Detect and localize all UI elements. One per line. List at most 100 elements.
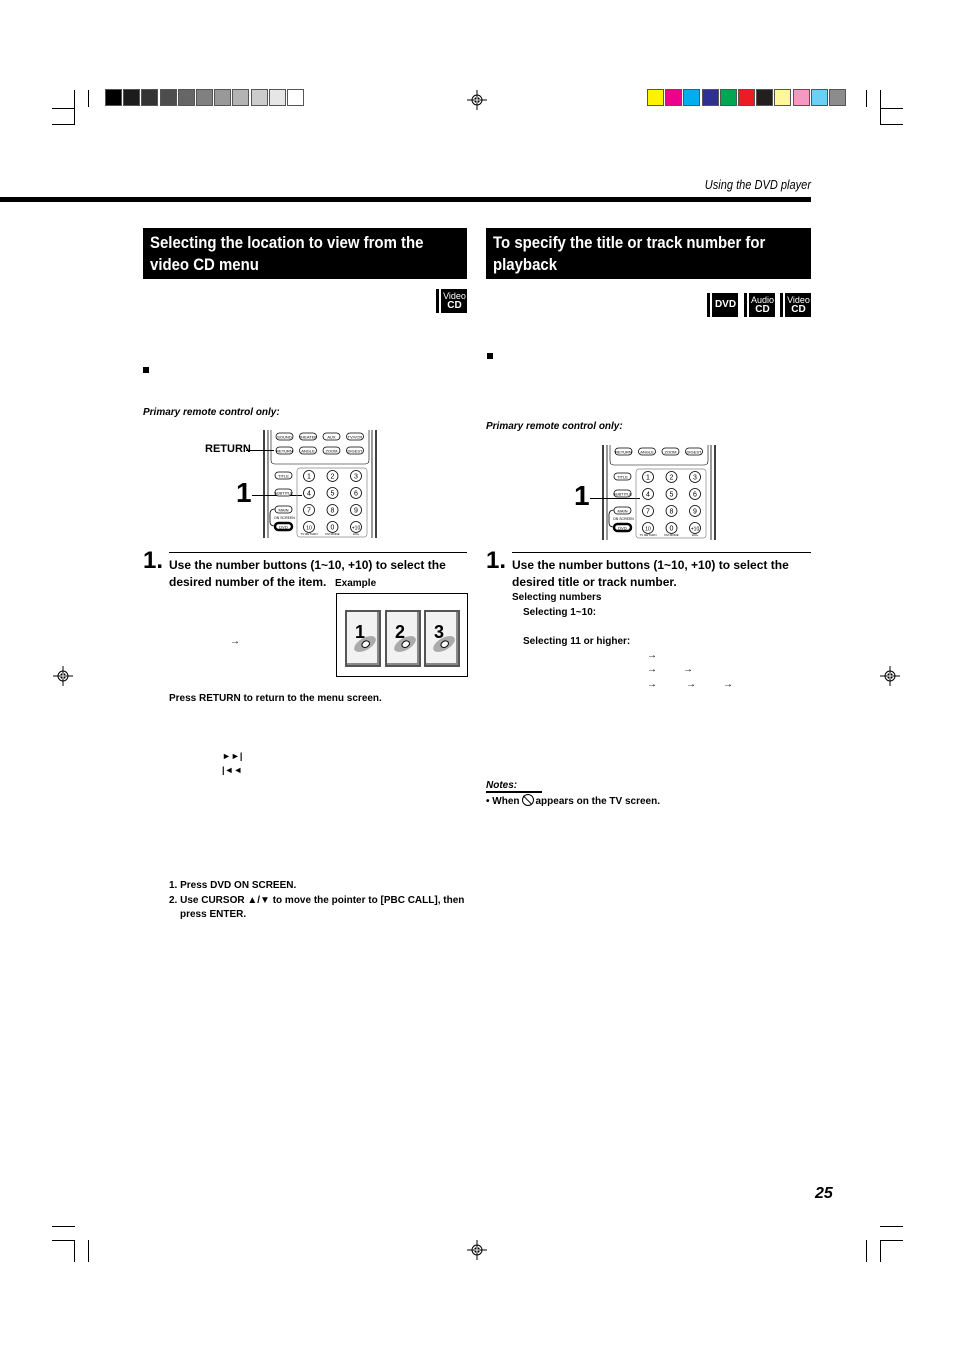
page-number: 25 — [815, 1185, 833, 1202]
sub-label: TV RETURN — [300, 532, 317, 536]
notes-heading: Notes: — [486, 780, 518, 791]
menu-item-card: 2 — [385, 610, 421, 667]
sub-label: 100+ — [353, 532, 360, 536]
remote-button-label: ZOOM — [665, 450, 677, 455]
step-rule — [512, 552, 811, 553]
selecting-1-10: Selecting 1~10: — [523, 607, 597, 618]
crop-mark — [52, 1240, 75, 1241]
arrow-glyph: → — [683, 664, 693, 675]
registration-mark-icon — [467, 1240, 487, 1260]
arrow-glyph: → — [230, 636, 240, 647]
step-instruction: Use the number buttons (1~10, +10) to se… — [169, 558, 446, 589]
badge-video-cd: Video CD — [436, 289, 467, 313]
crop-mark — [52, 1226, 75, 1227]
number-button-label: 4 — [307, 491, 311, 498]
color-swatch — [196, 89, 213, 106]
color-swatch — [123, 89, 141, 106]
example-label: Example — [335, 578, 377, 589]
number-button-label: 7 — [307, 508, 311, 515]
right-title-line1: To specify the title or track number for — [493, 233, 766, 252]
number-button-label: 0 — [331, 525, 335, 532]
running-head: Using the DVD player — [704, 177, 811, 192]
color-swatch — [701, 89, 719, 106]
number-button-label: 9 — [354, 508, 358, 515]
crop-mark — [880, 1240, 903, 1241]
instruction-2: 2. Use CURSOR ▲/▼ to move the pointer to… — [169, 895, 465, 906]
color-swatch — [250, 89, 268, 106]
remote-button-label: DVD — [618, 526, 627, 531]
section-bullet — [487, 353, 493, 359]
crop-mark — [866, 1240, 867, 1262]
arrow-glyph: → — [647, 679, 657, 690]
color-swatch — [683, 89, 701, 106]
number-button-label: 10 — [306, 526, 312, 532]
crop-mark — [74, 1240, 75, 1262]
remote-button-label: SUBTITLE — [613, 492, 632, 497]
step-number: 1. — [143, 547, 164, 574]
remote-button-label: DIGEST — [348, 449, 363, 454]
color-swatch — [232, 89, 250, 106]
step-number: 1. — [486, 547, 507, 574]
crop-mark — [880, 1226, 903, 1227]
number-button-label: 7 — [646, 509, 650, 516]
remote-button-label: AUX — [327, 435, 336, 440]
number-button-label: 2 — [670, 475, 674, 482]
number-button-label: 0 — [670, 526, 674, 533]
remote-button-label: TITLE — [617, 475, 628, 480]
arrow-glyph: → — [647, 664, 657, 675]
example-menu-box: 1 2 3 — [336, 593, 468, 677]
crop-mark — [52, 124, 75, 125]
number-button-label: 1 — [646, 475, 650, 482]
notes-rule — [486, 791, 542, 793]
number-button-label: 1 — [307, 474, 311, 481]
color-swatch — [214, 89, 232, 106]
color-swatch — [141, 89, 159, 106]
remote-button-label: SOUND — [277, 435, 292, 440]
remote-button-label: DIGEST — [687, 450, 702, 455]
remote-button-label: TV/VCR — [348, 435, 363, 440]
number-button-label: 8 — [331, 508, 335, 515]
color-swatch — [810, 89, 828, 106]
step-callout: 1 — [574, 480, 590, 511]
arrow-glyph: → — [647, 650, 657, 661]
registration-mark-icon — [53, 666, 73, 686]
color-swatch — [177, 89, 195, 106]
arrow-glyph: → — [723, 679, 733, 690]
instruction-1: 1. Press DVD ON SCREEN. — [169, 880, 297, 891]
note-item: • When appears on the TV screen. — [486, 794, 660, 807]
number-button-label: 3 — [354, 474, 358, 481]
remote-control-illustration: SOUND THEATER AUX TV/VCR RETURN ANGLE ZOOM DIGE… — [263, 430, 377, 538]
sub-label: TV RETURN — [639, 533, 656, 537]
section-bullet — [143, 367, 149, 373]
color-swatch — [829, 89, 846, 106]
sub-label: FM MODE — [325, 532, 339, 536]
menu-item-card: 3 — [424, 610, 460, 667]
return-callout: RETURN — [205, 443, 251, 455]
color-swatch — [774, 89, 792, 106]
color-swatch — [647, 89, 664, 106]
color-swatch — [792, 89, 810, 106]
color-swatch — [719, 89, 737, 106]
remote-note: Primary remote control only: — [486, 421, 623, 432]
prohibited-icon — [521, 794, 534, 806]
remote-button-label: ANGLE — [301, 449, 315, 454]
remote-button-label: DVD — [279, 525, 288, 530]
remote-button-label: TITLE — [278, 474, 289, 479]
sub-label: 100+ — [692, 533, 699, 537]
color-swatch — [159, 89, 177, 106]
number-button-label: 3 — [693, 475, 697, 482]
left-title-line1: Selecting the location to view from the — [150, 233, 424, 252]
crop-mark — [880, 1240, 881, 1262]
color-swatch — [105, 89, 122, 106]
remote-button-label: ZOOM — [326, 449, 338, 454]
right-title-line2: playback — [493, 255, 558, 274]
step-rule — [169, 552, 467, 553]
number-button-label: 9 — [693, 509, 697, 516]
number-button-label: +10 — [691, 527, 700, 533]
step-callout: 1 — [236, 477, 252, 508]
crop-mark — [880, 124, 903, 125]
on-screen-label: ON SCREEN — [274, 516, 295, 520]
color-swatch — [738, 89, 755, 106]
number-button-label: 6 — [354, 491, 358, 498]
registration-mark-icon — [467, 90, 487, 110]
